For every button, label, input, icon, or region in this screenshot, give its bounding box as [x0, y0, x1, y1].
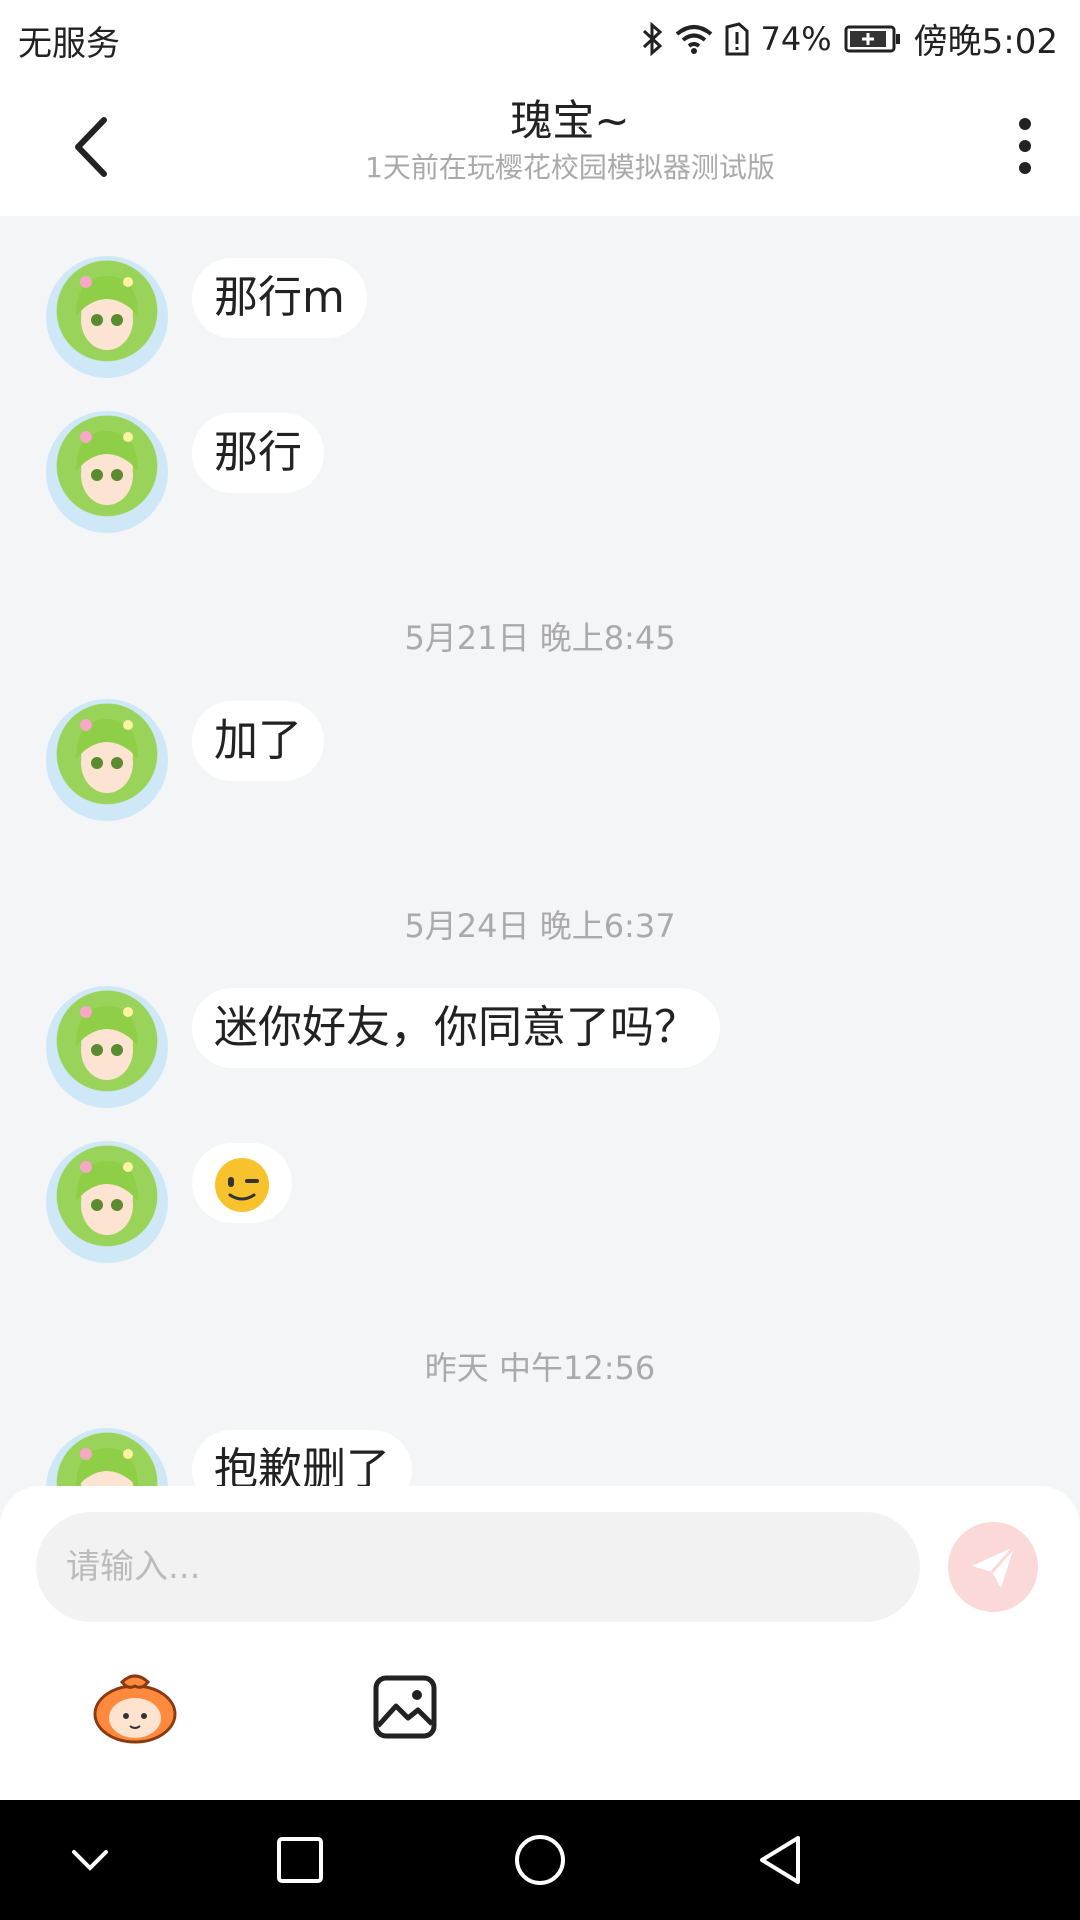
contact-status: 1天前在玩樱花校园模拟器测试版 — [365, 151, 775, 184]
contact-avatar[interactable] — [46, 1428, 168, 1486]
message-bubble[interactable]: 迷你好友，你同意了吗？ — [192, 988, 720, 1068]
image-icon — [373, 1675, 437, 1739]
mascot-sticker-icon — [93, 1674, 177, 1744]
timestamp: 昨天 中午12:56 — [424, 1349, 656, 1387]
message-row: 那行 — [46, 411, 324, 533]
contact-avatar[interactable] — [46, 699, 168, 821]
chevron-down-icon — [72, 1850, 108, 1871]
chat-screen: 无服务 74% 傍晚5:02 瑰宝~ 1天前在玩樱花校园模拟器测试版 那行m 那… — [0, 0, 1080, 1920]
triangle-back-icon — [760, 1836, 800, 1884]
battery-charging-icon — [844, 24, 902, 54]
send-button[interactable] — [948, 1522, 1038, 1612]
contact-avatar[interactable] — [46, 411, 168, 533]
sticker-button[interactable] — [92, 1672, 178, 1746]
system-nav-bar — [0, 1800, 1080, 1920]
message-row: 抱歉删了 — [46, 1428, 412, 1486]
message-bubble[interactable] — [192, 1143, 292, 1223]
wink-emoji — [215, 1158, 269, 1212]
contact-avatar[interactable] — [46, 986, 168, 1108]
hide-nav-button[interactable] — [60, 1830, 120, 1890]
timestamp: 5月21日 晚上8:45 — [404, 619, 676, 657]
square-icon — [277, 1837, 323, 1883]
home-button[interactable] — [510, 1830, 570, 1890]
message-row — [46, 1141, 292, 1263]
message-row: 那行m — [46, 256, 367, 378]
sim-alert-icon — [725, 21, 749, 56]
timestamp: 5月24日 晚上6:37 — [404, 907, 676, 945]
message-bubble[interactable]: 抱歉删了 — [192, 1430, 412, 1486]
more-options-button[interactable] — [1000, 114, 1050, 184]
clock: 傍晚5:02 — [913, 22, 1058, 62]
message-bubble[interactable]: 那行m — [192, 258, 367, 338]
input-panel: 请输入... — [0, 1486, 1080, 1800]
message-row: 迷你好友，你同意了吗？ — [46, 986, 720, 1108]
more-vertical-icon — [1019, 118, 1031, 174]
title-block: 瑰宝~ 1天前在玩樱花校园模拟器测试版 — [0, 96, 1080, 188]
status-bar: 无服务 74% 傍晚5:02 — [0, 0, 1080, 76]
battery-percent: 74% — [760, 19, 832, 58]
wifi-icon — [675, 23, 713, 55]
status-icons: 74% 傍晚5:02 — [641, 14, 1058, 63]
message-input[interactable]: 请输入... — [36, 1512, 920, 1622]
contact-avatar[interactable] — [46, 1141, 168, 1263]
send-icon — [972, 1546, 1016, 1588]
back-nav-button[interactable] — [750, 1830, 810, 1890]
carrier-label: 无服务 — [18, 24, 120, 64]
message-list[interactable]: 那行m 那行 5月21日 晚上8:45 加了 5月24日 晚上6:37 迷你好友… — [0, 216, 1080, 1486]
recent-apps-button[interactable] — [270, 1830, 330, 1890]
contact-name: 瑰宝~ — [510, 96, 630, 145]
bluetooth-icon — [641, 21, 663, 56]
image-button[interactable] — [372, 1674, 438, 1740]
contact-avatar[interactable] — [46, 256, 168, 378]
circle-icon — [515, 1835, 565, 1885]
message-row: 加了 — [46, 699, 324, 821]
chat-header: 瑰宝~ 1天前在玩樱花校园模拟器测试版 — [0, 76, 1080, 216]
message-bubble[interactable]: 加了 — [192, 701, 324, 781]
message-bubble[interactable]: 那行 — [192, 413, 324, 493]
